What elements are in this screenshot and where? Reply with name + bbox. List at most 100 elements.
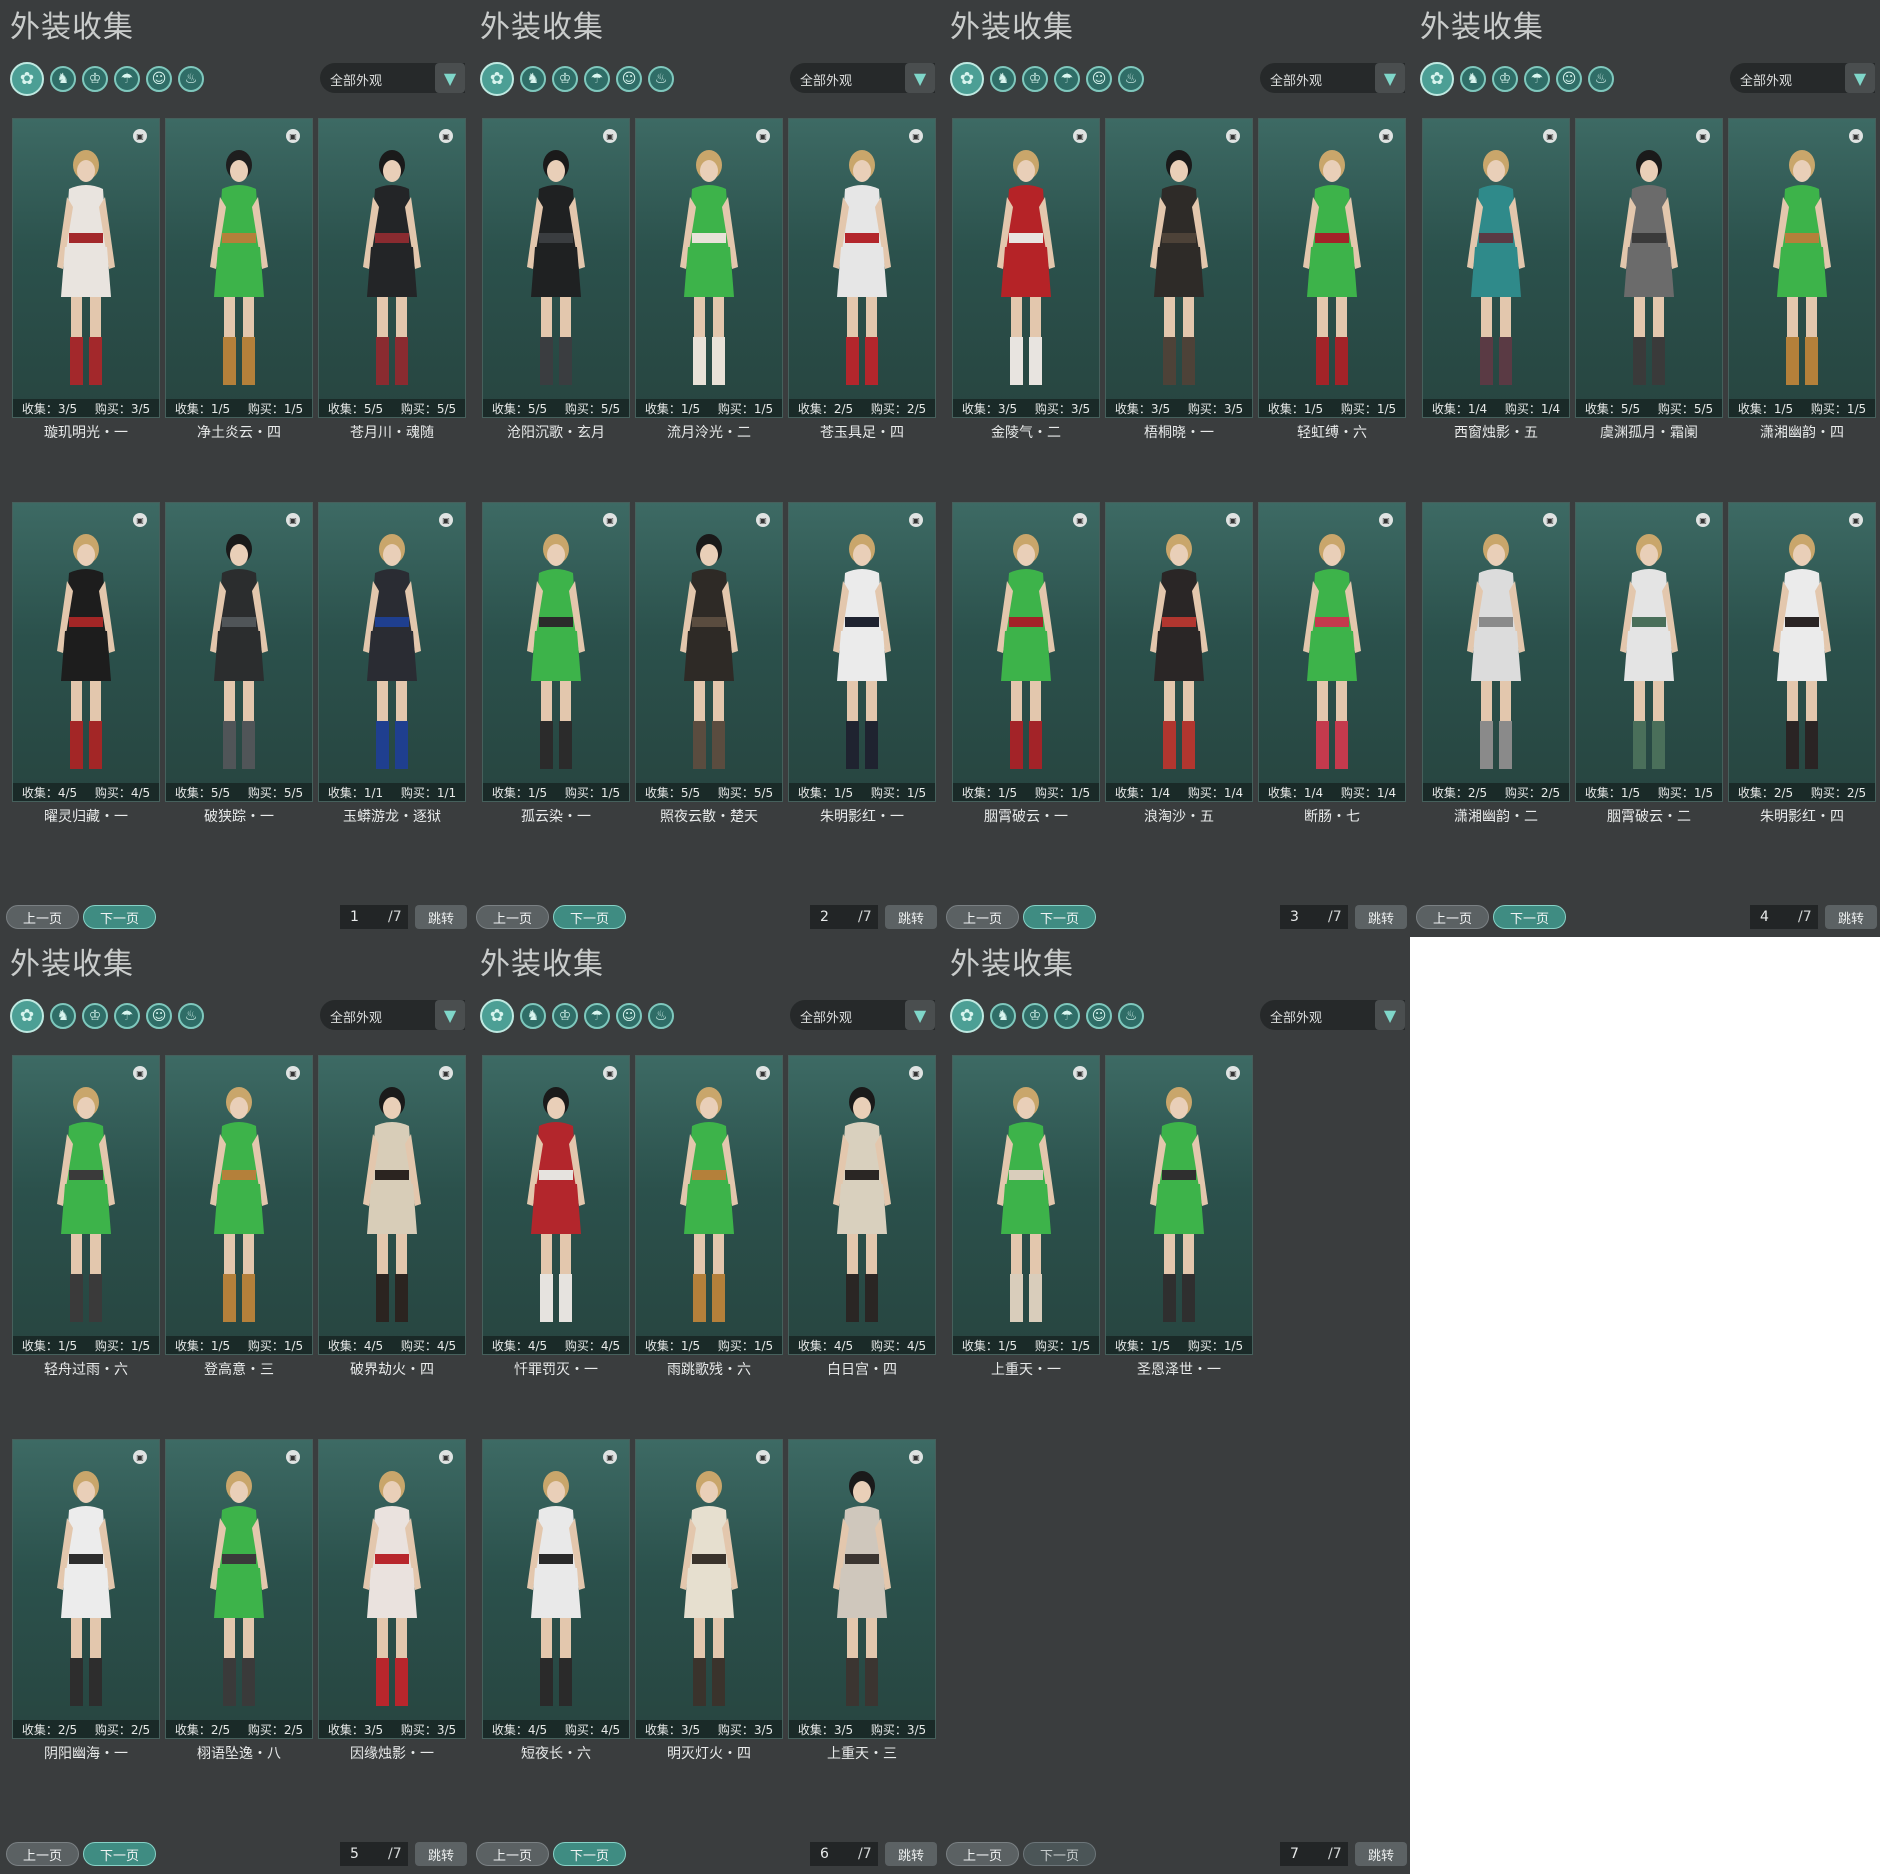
- outfit-card[interactable]: ▣ 收集：1/5 购买：1/5: [1575, 502, 1723, 802]
- next-page-button[interactable]: 下一页: [553, 1842, 626, 1866]
- top-icon[interactable]: ♞: [1460, 66, 1486, 92]
- outfit-card[interactable]: ▣ 收集：3/5 购买：3/5: [788, 1439, 936, 1739]
- outfit-card[interactable]: ▣ 收集：1/1 购买：1/1: [318, 502, 466, 802]
- outfit-card[interactable]: ▣ 收集：1/5 购买：1/5: [1105, 1055, 1253, 1355]
- outfit-card[interactable]: ▣ 收集：2/5 购买：2/5: [788, 118, 936, 418]
- page-number-input[interactable]: 1: [350, 909, 380, 925]
- outfit-card[interactable]: ▣ 收集：2/5 购买：2/5: [1422, 502, 1570, 802]
- face-icon[interactable]: ☺: [1086, 66, 1112, 92]
- outfit-card[interactable]: ▣ 收集：1/5 购买：1/5: [1258, 118, 1406, 418]
- jump-button[interactable]: 跳转: [885, 1842, 937, 1866]
- boots-icon[interactable]: ♨: [178, 66, 204, 92]
- page-number-input[interactable]: 7: [1290, 1846, 1320, 1862]
- outfit-filter-dropdown[interactable]: 全部外观 ▼: [1260, 1000, 1405, 1030]
- page-indicator[interactable]: 3/7: [1280, 905, 1348, 929]
- next-page-button[interactable]: 下一页: [553, 905, 626, 929]
- prev-page-button[interactable]: 上一页: [476, 905, 549, 929]
- torso-icon[interactable]: ♔: [552, 66, 578, 92]
- outfit-card[interactable]: ▣ 收集：1/4 购买：1/4: [1105, 502, 1253, 802]
- outfit-filter-dropdown[interactable]: 全部外观 ▼: [790, 1000, 935, 1030]
- outfit-card[interactable]: ▣ 收集：4/5 购买：4/5: [318, 1055, 466, 1355]
- torso-icon[interactable]: ♔: [1022, 1003, 1048, 1029]
- jump-button[interactable]: 跳转: [415, 905, 467, 929]
- outfit-card[interactable]: ▣ 收集：1/5 购买：1/5: [12, 1055, 160, 1355]
- outfit-card[interactable]: ▣ 收集：1/5 购买：1/5: [635, 1055, 783, 1355]
- outfit-card[interactable]: ▣ 收集：2/5 购买：2/5: [1728, 502, 1876, 802]
- top-icon[interactable]: ♞: [520, 1003, 546, 1029]
- face-icon[interactable]: ☺: [616, 66, 642, 92]
- hat-icon[interactable]: ☂: [114, 1003, 140, 1029]
- page-number-input[interactable]: 5: [350, 1846, 380, 1862]
- next-page-button[interactable]: 下一页: [83, 1842, 156, 1866]
- outfit-all-icon[interactable]: ✿: [950, 62, 984, 96]
- next-page-button[interactable]: 下一页: [1023, 905, 1096, 929]
- outfit-filter-dropdown[interactable]: 全部外观 ▼: [320, 63, 465, 93]
- outfit-card[interactable]: ▣ 收集：1/5 购买：1/5: [788, 502, 936, 802]
- prev-page-button[interactable]: 上一页: [6, 905, 79, 929]
- chevron-down-icon[interactable]: ▼: [1845, 63, 1875, 93]
- top-icon[interactable]: ♞: [990, 1003, 1016, 1029]
- outfit-all-icon[interactable]: ✿: [10, 999, 44, 1033]
- outfit-all-icon[interactable]: ✿: [10, 62, 44, 96]
- hat-icon[interactable]: ☂: [114, 66, 140, 92]
- outfit-card[interactable]: ▣ 收集：3/5 购买：3/5: [635, 1439, 783, 1739]
- chevron-down-icon[interactable]: ▼: [435, 1000, 465, 1030]
- next-page-button[interactable]: 下一页: [1493, 905, 1566, 929]
- chevron-down-icon[interactable]: ▼: [905, 1000, 935, 1030]
- outfit-card[interactable]: ▣ 收集：5/5 购买：5/5: [635, 502, 783, 802]
- outfit-all-icon[interactable]: ✿: [480, 999, 514, 1033]
- chevron-down-icon[interactable]: ▼: [905, 63, 935, 93]
- page-number-input[interactable]: 2: [820, 909, 850, 925]
- outfit-card[interactable]: ▣ 收集：3/5 购买：3/5: [318, 1439, 466, 1739]
- next-page-button[interactable]: 下一页: [83, 905, 156, 929]
- page-indicator[interactable]: 5/7: [340, 1842, 408, 1866]
- outfit-card[interactable]: ▣ 收集：4/5 购买：4/5: [482, 1439, 630, 1739]
- prev-page-button[interactable]: 上一页: [946, 905, 1019, 929]
- chevron-down-icon[interactable]: ▼: [435, 63, 465, 93]
- torso-icon[interactable]: ♔: [1022, 66, 1048, 92]
- outfit-card[interactable]: ▣ 收集：4/5 购买：4/5: [12, 502, 160, 802]
- jump-button[interactable]: 跳转: [1355, 905, 1407, 929]
- top-icon[interactable]: ♞: [50, 66, 76, 92]
- outfit-filter-dropdown[interactable]: 全部外观 ▼: [790, 63, 935, 93]
- jump-button[interactable]: 跳转: [885, 905, 937, 929]
- top-icon[interactable]: ♞: [990, 66, 1016, 92]
- chevron-down-icon[interactable]: ▼: [1375, 63, 1405, 93]
- boots-icon[interactable]: ♨: [1118, 66, 1144, 92]
- outfit-card[interactable]: ▣ 收集：4/5 购买：4/5: [788, 1055, 936, 1355]
- boots-icon[interactable]: ♨: [648, 1003, 674, 1029]
- outfit-card[interactable]: ▣ 收集：1/5 购买：1/5: [635, 118, 783, 418]
- outfit-card[interactable]: ▣ 收集：1/5 购买：1/5: [165, 118, 313, 418]
- face-icon[interactable]: ☺: [616, 1003, 642, 1029]
- outfit-card[interactable]: ▣ 收集：2/5 购买：2/5: [165, 1439, 313, 1739]
- page-indicator[interactable]: 7/7: [1280, 1842, 1348, 1866]
- hat-icon[interactable]: ☂: [1054, 66, 1080, 92]
- boots-icon[interactable]: ♨: [1118, 1003, 1144, 1029]
- outfit-card[interactable]: ▣ 收集：1/5 购买：1/5: [482, 502, 630, 802]
- page-number-input[interactable]: 6: [820, 1846, 850, 1862]
- outfit-all-icon[interactable]: ✿: [1420, 62, 1454, 96]
- page-indicator[interactable]: 4/7: [1750, 905, 1818, 929]
- face-icon[interactable]: ☺: [146, 1003, 172, 1029]
- outfit-card[interactable]: ▣ 收集：3/5 购买：3/5: [12, 118, 160, 418]
- outfit-card[interactable]: ▣ 收集：5/5 购买：5/5: [318, 118, 466, 418]
- outfit-card[interactable]: ▣ 收集：1/4 购买：1/4: [1258, 502, 1406, 802]
- next-page-button[interactable]: 下一页: [1023, 1842, 1096, 1866]
- outfit-card[interactable]: ▣ 收集：1/5 购买：1/5: [952, 502, 1100, 802]
- outfit-card[interactable]: ▣ 收集：1/5 购买：1/5: [952, 1055, 1100, 1355]
- torso-icon[interactable]: ♔: [82, 66, 108, 92]
- prev-page-button[interactable]: 上一页: [946, 1842, 1019, 1866]
- outfit-card[interactable]: ▣ 收集：3/5 购买：3/5: [1105, 118, 1253, 418]
- page-number-input[interactable]: 4: [1760, 909, 1790, 925]
- outfit-filter-dropdown[interactable]: 全部外观 ▼: [1730, 63, 1875, 93]
- torso-icon[interactable]: ♔: [552, 1003, 578, 1029]
- page-indicator[interactable]: 2/7: [810, 905, 878, 929]
- outfit-card[interactable]: ▣ 收集：3/5 购买：3/5: [952, 118, 1100, 418]
- chevron-down-icon[interactable]: ▼: [1375, 1000, 1405, 1030]
- torso-icon[interactable]: ♔: [82, 1003, 108, 1029]
- torso-icon[interactable]: ♔: [1492, 66, 1518, 92]
- face-icon[interactable]: ☺: [1556, 66, 1582, 92]
- face-icon[interactable]: ☺: [1086, 1003, 1112, 1029]
- boots-icon[interactable]: ♨: [648, 66, 674, 92]
- jump-button[interactable]: 跳转: [1825, 905, 1877, 929]
